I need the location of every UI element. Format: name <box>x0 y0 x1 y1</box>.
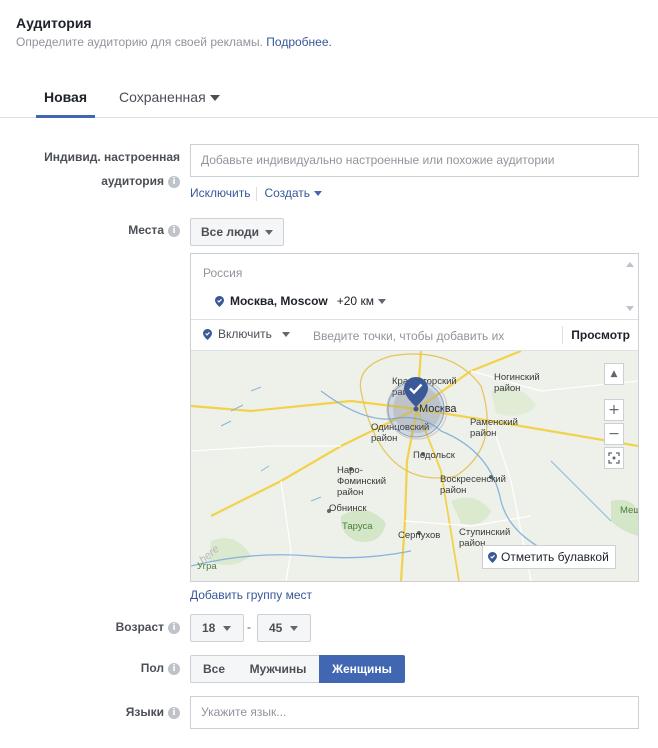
country-name: Россия <box>203 266 243 280</box>
info-icon[interactable]: i <box>168 662 180 675</box>
people-type-value: Все люди <box>201 225 260 239</box>
custom-audience-label-line2-wrap: аудитория i <box>44 169 180 193</box>
places-box: Россия Москва, Moscow +20 км Включить Вв… <box>190 253 639 582</box>
add-location-group-link[interactable]: Добавить группу мест <box>190 588 312 602</box>
include-row: Включить Введите точки, чтобы добавить и… <box>191 320 638 351</box>
gender-label-wrap: Пол i <box>141 656 180 680</box>
places-label-wrap: Места i <box>128 218 180 242</box>
map-label-ramenskoe-2: район <box>470 428 496 439</box>
scroll-up-arrow-icon[interactable] <box>626 262 634 267</box>
chevron-down-icon <box>223 626 232 632</box>
info-icon[interactable]: i <box>168 621 180 634</box>
subtitle-text: Определите аудиторию для своей рекламы. <box>16 35 263 49</box>
map-label-odintsovo-2: район <box>371 433 397 444</box>
info-icon[interactable]: i <box>168 175 180 188</box>
custom-audience-input[interactable]: Добавьте индивидуально настроенные или п… <box>190 144 639 177</box>
tab-saved[interactable]: Сохраненная <box>119 78 220 118</box>
info-icon[interactable]: i <box>168 706 180 719</box>
drop-pin-label: Отметить булавкой <box>501 550 609 564</box>
section-subtitle: Определите аудиторию для своей рекламы. … <box>16 33 332 51</box>
age-label-wrap: Возраст i <box>116 615 180 639</box>
gender-label: Пол <box>140 661 164 675</box>
create-link[interactable]: Создать <box>264 186 323 200</box>
map-label-naro: Наро- <box>337 465 363 476</box>
section-header: Аудитория Определите аудиторию для своей… <box>16 14 332 51</box>
selected-place-item: Москва, Moscow +20 км <box>215 294 386 308</box>
chevron-down-icon <box>281 331 290 337</box>
map-label-obninsk: Обнинск <box>329 503 367 514</box>
age-max-select[interactable]: 45 <box>257 614 311 642</box>
map-label-naro-2: Фоминский <box>337 476 386 487</box>
custom-audience-label-line2: аудитория <box>101 174 164 188</box>
map-label-voskresensk: Воскресенский <box>440 474 506 485</box>
map-label-serpukhov: Серпухов <box>398 530 440 541</box>
radius-value: +20 км <box>336 294 374 308</box>
map-label-ramenskoe: Раменский <box>470 417 518 428</box>
zoom-out-button[interactable]: − <box>604 423 624 445</box>
age-separator: - <box>247 620 251 634</box>
map[interactable]: Красногорский район Москва Одинцовский р… <box>191 351 638 581</box>
divider <box>256 186 258 201</box>
age-max-value: 45 <box>269 621 283 635</box>
gender-men-button[interactable]: Мужчины <box>237 655 320 683</box>
drop-pin-button[interactable]: Отметить булавкой <box>482 545 616 569</box>
custom-audience-label-line1: Индивид. настроенная <box>44 150 180 164</box>
map-fullscreen-icon[interactable]: ▲ <box>604 363 624 385</box>
location-pin-icon <box>215 295 224 307</box>
custom-audience-label: Индивид. настроенная аудитория i <box>44 145 180 193</box>
places-label: Места <box>128 223 164 237</box>
location-pin-icon <box>203 328 212 340</box>
map-label-noginsk-2: район <box>494 383 520 394</box>
map-label-naro-3: район <box>337 487 363 498</box>
chevron-down-icon <box>314 191 323 197</box>
age-min-select[interactable]: 18 <box>190 614 244 642</box>
map-label-podolsk: Подольск <box>413 450 456 461</box>
map-label-meshch: Мещ <box>620 505 638 516</box>
custom-audience-links: Исключить Создать <box>190 186 323 201</box>
scroll-down-arrow-icon[interactable] <box>626 306 634 311</box>
create-link-label: Создать <box>264 186 311 200</box>
map-label-noginsk: Ногинский <box>494 372 540 383</box>
chevron-down-icon <box>377 299 386 305</box>
age-label: Возраст <box>115 620 164 634</box>
exclude-link[interactable]: Исключить <box>190 186 250 200</box>
location-pin-icon <box>488 551 497 563</box>
section-title: Аудитория <box>16 15 92 31</box>
chevron-down-icon <box>265 230 274 236</box>
recenter-icon[interactable] <box>604 447 624 469</box>
tab-new[interactable]: Новая <box>36 78 95 118</box>
recenter-glyph <box>608 452 620 464</box>
languages-label: Языки <box>125 705 164 719</box>
place-name: Москва, Moscow <box>230 294 328 308</box>
browse-link[interactable]: Просмотр <box>562 326 630 344</box>
tab-saved-label: Сохраненная <box>119 89 206 105</box>
audience-tabs: Новая Сохраненная <box>0 78 658 118</box>
selected-places-list: Россия Москва, Moscow +20 км <box>191 254 638 320</box>
map-label-voskresensk-2: район <box>440 485 466 496</box>
include-select[interactable]: Включить <box>203 327 290 341</box>
gender-all-button[interactable]: Все <box>190 655 238 683</box>
age-min-value: 18 <box>202 621 216 635</box>
map-label-stupino: Ступинский <box>459 527 510 538</box>
chevron-down-icon <box>290 626 299 632</box>
include-select-value: Включить <box>218 327 272 341</box>
learn-more-link[interactable]: Подробнее. <box>266 35 332 49</box>
languages-input[interactable]: Укажите язык... <box>190 696 639 729</box>
radius-select[interactable]: +20 км <box>337 294 386 308</box>
languages-label-wrap: Языки i <box>126 700 180 724</box>
info-icon[interactable]: i <box>168 224 180 237</box>
map-label-tarusa: Таруса <box>342 521 373 532</box>
zoom-in-button[interactable]: + <box>604 399 624 421</box>
places-search-input[interactable]: Введите точки, чтобы добавить их <box>313 329 504 343</box>
people-type-select[interactable]: Все люди <box>190 218 285 246</box>
gender-women-button[interactable]: Женщины <box>319 655 405 683</box>
chevron-down-icon <box>209 95 220 102</box>
